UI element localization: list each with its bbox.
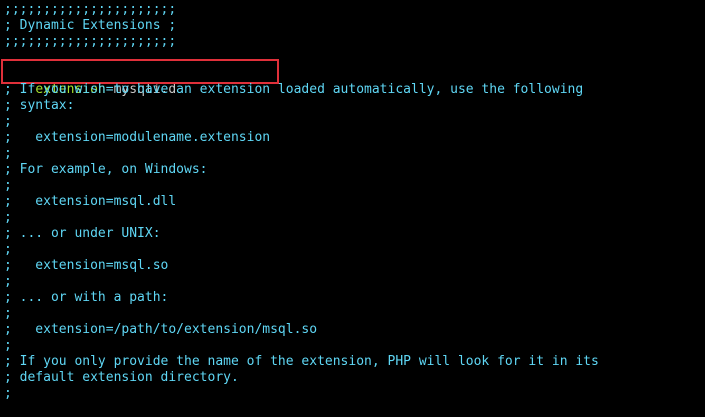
- comment-line: ; extension=/path/to/extension/msql.so: [4, 322, 318, 337]
- comment-line: ;: [4, 386, 12, 401]
- comment-line: ; extension=modulename.extension: [4, 130, 271, 145]
- comment-line: ; extension=msql.dll: [4, 194, 177, 209]
- comment-line: ;: [4, 114, 12, 129]
- comment-line: ;: [4, 210, 12, 225]
- comment-line: ; For example, on Windows:: [4, 162, 208, 177]
- comment-line: ;: [4, 338, 12, 353]
- comment-line: ;;;;;;;;;;;;;;;;;;;;;;: [4, 34, 177, 49]
- highlight-annotation-box: [1, 59, 279, 84]
- comment-line: ; ... or with a path:: [4, 290, 169, 305]
- comment-line: ; If you wish to have an extension loade…: [4, 82, 584, 97]
- comment-line: ;: [4, 274, 12, 289]
- comment-line: ; extension=msql.so: [4, 258, 169, 273]
- comment-line-section-title: ; Dynamic Extensions ;: [4, 18, 177, 33]
- comment-line: ; default extension directory.: [4, 370, 239, 385]
- comment-line: ;: [4, 242, 12, 257]
- comment-line: ; If you only provide the name of the ex…: [4, 354, 599, 369]
- terminal-editor[interactable]: ;;;;;;;;;;;;;;;;;;;;;; ; Dynamic Extensi…: [0, 0, 705, 417]
- comment-line: ; ... or under UNIX:: [4, 226, 161, 241]
- comment-line: ;: [4, 146, 12, 161]
- comment-line: ;: [4, 306, 12, 321]
- comment-line: ;;;;;;;;;;;;;;;;;;;;;;: [4, 2, 177, 17]
- comment-line: ;: [4, 178, 12, 193]
- comment-line: ; syntax:: [4, 98, 75, 113]
